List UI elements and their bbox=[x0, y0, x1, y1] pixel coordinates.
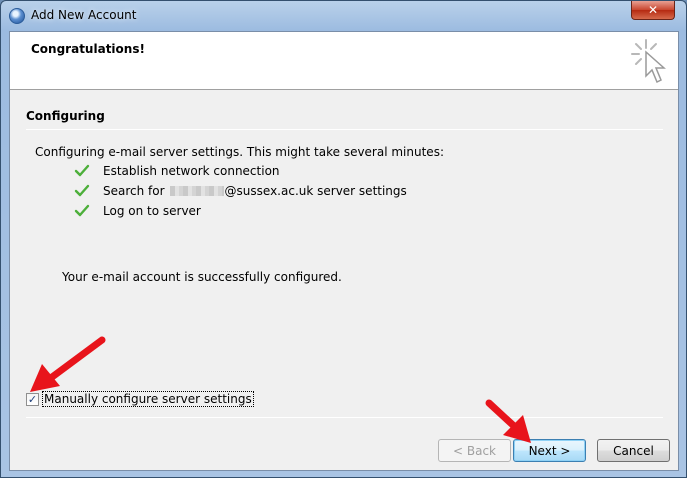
step-label-suffix: @sussex.ac.uk server settings bbox=[224, 184, 407, 198]
header-band: Congratulations! bbox=[10, 32, 678, 90]
manual-config-label[interactable]: Manually configure server settings bbox=[42, 391, 254, 407]
title-bar[interactable]: Add New Account ✕ bbox=[1, 1, 686, 31]
sparkle-cursor-icon bbox=[631, 39, 666, 84]
step-log-on: Log on to server bbox=[74, 202, 201, 220]
section-title: Configuring bbox=[26, 109, 105, 123]
next-button[interactable]: Next > bbox=[513, 439, 586, 462]
manual-config-checkbox[interactable]: ✓ bbox=[26, 392, 39, 406]
checkmark-icon bbox=[74, 204, 90, 217]
outlook-app-icon bbox=[9, 8, 25, 24]
step-label: Establish network connection bbox=[103, 164, 280, 178]
dialog-body: Congratulations! Configuring Configuring… bbox=[9, 31, 679, 471]
step-search-settings: Search for @sussex.ac.uk server settings bbox=[74, 182, 407, 200]
window-title: Add New Account bbox=[31, 8, 137, 22]
config-description: Configuring e-mail server settings. This… bbox=[35, 145, 444, 159]
close-button[interactable]: ✕ bbox=[631, 1, 675, 20]
redacted-username bbox=[169, 186, 224, 196]
cancel-button[interactable]: Cancel bbox=[597, 439, 670, 462]
checkmark-icon bbox=[74, 184, 90, 197]
step-label-prefix: Search for bbox=[103, 184, 165, 198]
header-title: Congratulations! bbox=[31, 42, 145, 56]
section-divider bbox=[26, 129, 663, 130]
manual-config-option[interactable]: ✓ Manually configure server settings bbox=[26, 391, 254, 407]
success-message: Your e-mail account is successfully conf… bbox=[62, 270, 342, 284]
step-label: Log on to server bbox=[103, 204, 201, 218]
footer-divider bbox=[26, 417, 663, 418]
checkmark-icon bbox=[74, 164, 90, 177]
add-account-window: Add New Account ✕ Congratulations! Confi… bbox=[0, 0, 687, 478]
step-establish-connection: Establish network connection bbox=[74, 162, 280, 180]
back-button[interactable]: < Back bbox=[438, 439, 511, 462]
